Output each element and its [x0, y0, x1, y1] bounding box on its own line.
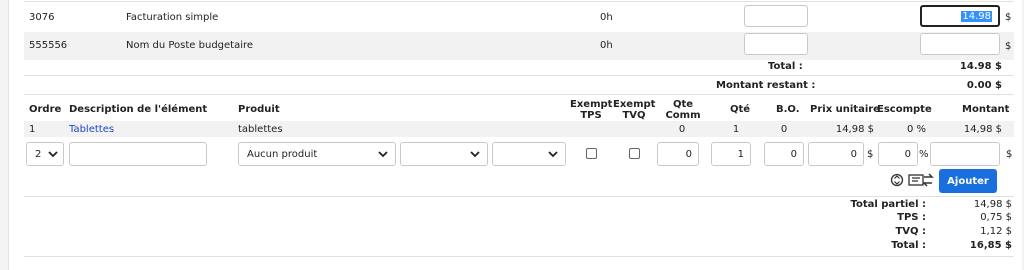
divider [24, 256, 1014, 257]
exempt-tps-checkbox[interactable] [586, 148, 597, 159]
divider [24, 1, 1014, 2]
remaining-value: 0.00 $ [966, 80, 1002, 91]
row-discount: 0 % [906, 124, 926, 135]
row-product: tablettes [238, 124, 283, 135]
budget-name: Facturation simple [126, 12, 219, 23]
tps-value: 0,75 $ [980, 212, 1012, 223]
discount-suffix: % [919, 149, 929, 160]
col-header-qty: Qté [730, 104, 751, 115]
currency-symbol: $ [1005, 41, 1012, 52]
qty-input[interactable]: 1 [711, 142, 751, 166]
col-header-order: Ordre [29, 104, 62, 115]
col-header-unit-price: Prix unitaire [810, 104, 880, 115]
subtotal-value: 14,98 $ [973, 199, 1012, 210]
remaining-label: Montant restant : [716, 80, 816, 91]
col-header-exempt-tps: Exempt TPS [570, 99, 613, 121]
row-description-link[interactable]: Tablettes [69, 124, 114, 135]
unit-price-input[interactable]: 0 [808, 142, 864, 166]
currency-symbol: $ [1005, 12, 1012, 23]
budget-hours: 0h [600, 40, 613, 51]
secondary-select[interactable] [400, 142, 488, 166]
amount-input[interactable] [930, 142, 1000, 166]
tax-transfer-icon[interactable] [908, 172, 934, 188]
tertiary-select[interactable] [492, 142, 566, 166]
col-header-description: Description de l'élément [69, 104, 208, 115]
chevron-down-icon [470, 151, 480, 158]
col-header-exempt-tvq: Exempt TVQ [613, 99, 656, 121]
col-header-amount: Montant [962, 104, 1010, 115]
description-input[interactable] [69, 142, 207, 166]
amount-suffix: $ [1006, 149, 1013, 160]
budget-total-value: 14.98 $ [959, 61, 1002, 72]
divider [24, 94, 1014, 95]
tvq-value: 1,12 $ [980, 226, 1012, 237]
budget-code: 3076 [29, 12, 55, 23]
budget-total-label: Total : [768, 61, 803, 72]
divider [24, 75, 1014, 76]
add-item-button[interactable]: Ajouter [939, 169, 997, 193]
row-amount: 14,98 $ [963, 124, 1002, 135]
product-select[interactable]: Aucun produit [238, 142, 396, 166]
budget-amount-input[interactable]: 14.98 [920, 5, 1000, 27]
row-unit-price: 14,98 $ [835, 124, 874, 135]
chevron-down-icon [48, 151, 58, 158]
budget-code: 555556 [29, 40, 68, 51]
col-header-product: Produit [238, 104, 280, 115]
col-header-qty-comm: Qte Comm [665, 99, 701, 121]
exempt-tvq-checkbox[interactable] [629, 148, 640, 159]
grand-total-value: 16,85 $ [969, 240, 1012, 251]
row-qty-comm: 0 [678, 124, 686, 135]
unit-price-suffix: $ [867, 149, 874, 160]
chevron-down-icon [378, 151, 388, 158]
row-bo: 0 [780, 124, 788, 135]
subtotal-label: Total partiel : [850, 199, 926, 210]
qty-comm-input[interactable]: 0 [657, 142, 699, 166]
discount-input[interactable]: 0 [878, 142, 918, 166]
col-header-discount: Escompte [877, 104, 932, 115]
bo-input[interactable]: 0 [764, 142, 804, 166]
row-qty: 1 [732, 124, 740, 135]
tps-label: TPS : [897, 212, 926, 223]
order-select[interactable]: 2 [26, 142, 64, 166]
refresh-icon[interactable] [889, 172, 905, 188]
grand-total-label: Total : [891, 240, 926, 251]
budget-hours: 0h [600, 12, 613, 23]
col-header-bo: B.O. [776, 104, 800, 115]
tvq-label: TVQ : [895, 226, 926, 237]
row-order: 1 [29, 124, 36, 135]
budget-hours-input[interactable] [744, 33, 808, 55]
budget-name: Nom du Poste budgetaire [126, 40, 254, 51]
divider [24, 196, 1014, 197]
budget-amount-input[interactable] [920, 33, 1000, 55]
budget-hours-input[interactable] [744, 5, 808, 27]
chevron-down-icon [548, 151, 558, 158]
